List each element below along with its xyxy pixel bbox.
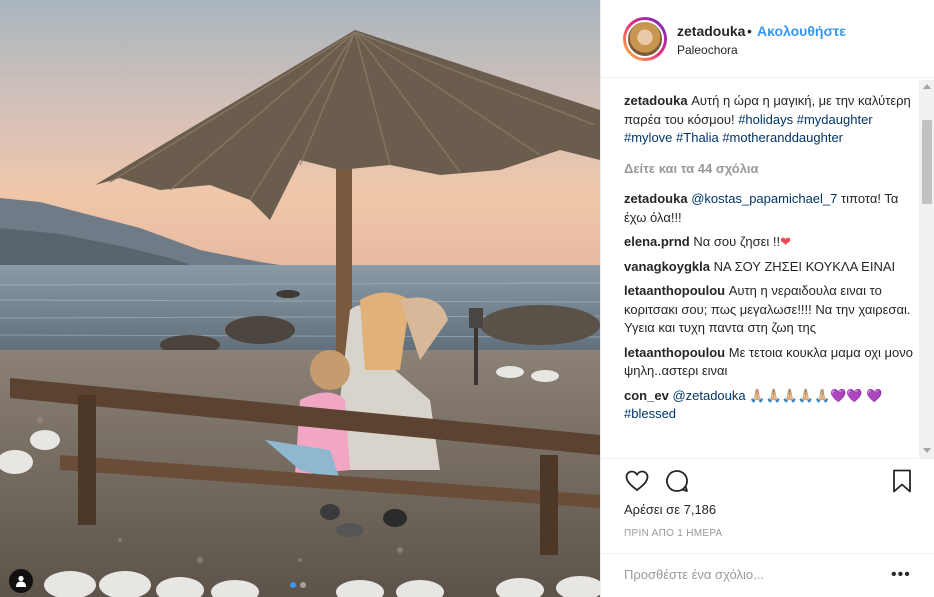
hashtag-holidays[interactable]: #holidays [738, 112, 793, 127]
post-photo[interactable] [0, 0, 600, 597]
scrollbar-thumb[interactable] [922, 120, 932, 204]
comment-user[interactable]: elena.prnd [624, 234, 690, 249]
scroll-down-arrow-icon[interactable] [923, 448, 931, 453]
hashtag-motheranddaughter[interactable]: #motheranddaughter [722, 130, 843, 145]
post-header: zetadouka • Ακολουθήστε Paleochora [601, 0, 934, 78]
comment-user[interactable]: vanagkoygkla [624, 259, 710, 274]
comment-item: letaanthopoulou Αυτη η νεραιδουλα ειναι … [624, 282, 914, 338]
comment-item: con_ev @zetadouka 🙏🏼🙏🏼🙏🏼🙏🏼🙏🏼💜💜 💜 #blesse… [624, 387, 914, 424]
comment-mention[interactable]: @kostas_papamichael_7 [691, 191, 837, 206]
carousel-indicator [290, 582, 306, 588]
pray-emoji: 🙏🏼🙏🏼🙏🏼🙏🏼🙏🏼 [749, 387, 831, 403]
caption: zetadouka Αυτή η ώρα η μαγική, με την κα… [624, 92, 914, 148]
post-username[interactable]: zetadouka [677, 23, 745, 39]
more-options-icon[interactable]: ••• [891, 566, 911, 584]
bookmark-icon [893, 469, 911, 493]
comment-input[interactable]: Προσθέστε ένα σχόλιο... [624, 567, 764, 582]
avatar-image [626, 20, 664, 58]
view-all-comments-link[interactable]: Δείτε και τα 44 σχόλια [624, 160, 914, 179]
caption-user[interactable]: zetadouka [624, 93, 688, 108]
hashtag-thalia[interactable]: #Thalia [676, 130, 719, 145]
header-separator: • [747, 23, 752, 39]
scroll-up-arrow-icon[interactable] [923, 84, 931, 89]
comment-icon [666, 470, 688, 492]
avatar[interactable] [623, 17, 667, 61]
comment-text: Να σου ζησει !! [693, 234, 781, 249]
comment-user[interactable]: letaanthopoulou [624, 283, 725, 298]
comment-user[interactable]: con_ev [624, 388, 669, 403]
post-sidebar: zetadouka • Ακολουθήστε Paleochora zetad… [600, 0, 934, 597]
post-actions [601, 458, 934, 498]
carousel-dot-active[interactable] [290, 582, 296, 588]
heart-icon [625, 470, 649, 492]
comment-item: letaanthopoulou Με τετοια κουκλα μαμα οχ… [624, 344, 914, 381]
comment-user[interactable]: letaanthopoulou [624, 345, 725, 360]
follow-button[interactable]: Ακολουθήστε [757, 23, 846, 39]
save-button[interactable] [888, 467, 916, 495]
comments-scrollbar[interactable] [919, 80, 934, 458]
comment-mention[interactable]: @zetadouka [672, 388, 745, 403]
purple-heart-emoji: 💜💜 [830, 387, 863, 403]
comment-item: elena.prnd Να σου ζησει !!❤ [624, 233, 914, 252]
like-button[interactable] [623, 467, 651, 495]
post-timestamp[interactable]: ΠΡΙΝ ΑΠΟ 1 ΗΜΕΡΑ [624, 528, 723, 539]
comment-text: ΝΑ ΣΟΥ ΖΗΣΕΙ ΚΟΥΚΛΑ ΕΙΝΑΙ [713, 258, 896, 274]
carousel-dot[interactable] [300, 582, 306, 588]
comment-item: zetadouka @kostas_papamichael_7 τιποτα! … [624, 190, 914, 227]
post-photo-image [0, 0, 600, 597]
user-tag-button[interactable] [9, 569, 33, 593]
add-comment-bar: Προσθέστε ένα σχόλιο... ••• [601, 553, 934, 597]
hashtag-mydaughter[interactable]: #mydaughter [797, 112, 873, 127]
comment-item: vanagkoygkla ΝΑ ΣΟΥ ΖΗΣΕΙ ΚΟΥΚΛΑ ΕΙΝΑΙ [624, 258, 914, 277]
heart-emoji: ❤ [780, 234, 792, 249]
comments-list: zetadouka Αυτή η ώρα η μαγική, με την κα… [624, 92, 914, 462]
post-location[interactable]: Paleochora [677, 43, 738, 57]
hashtag-mylove[interactable]: #mylove [624, 130, 672, 145]
comment-user[interactable]: zetadouka [624, 191, 688, 206]
likes-count[interactable]: Αρέσει σε 7,186 [624, 502, 716, 517]
user-tag-icon [16, 575, 26, 587]
comment-button[interactable] [663, 467, 691, 495]
